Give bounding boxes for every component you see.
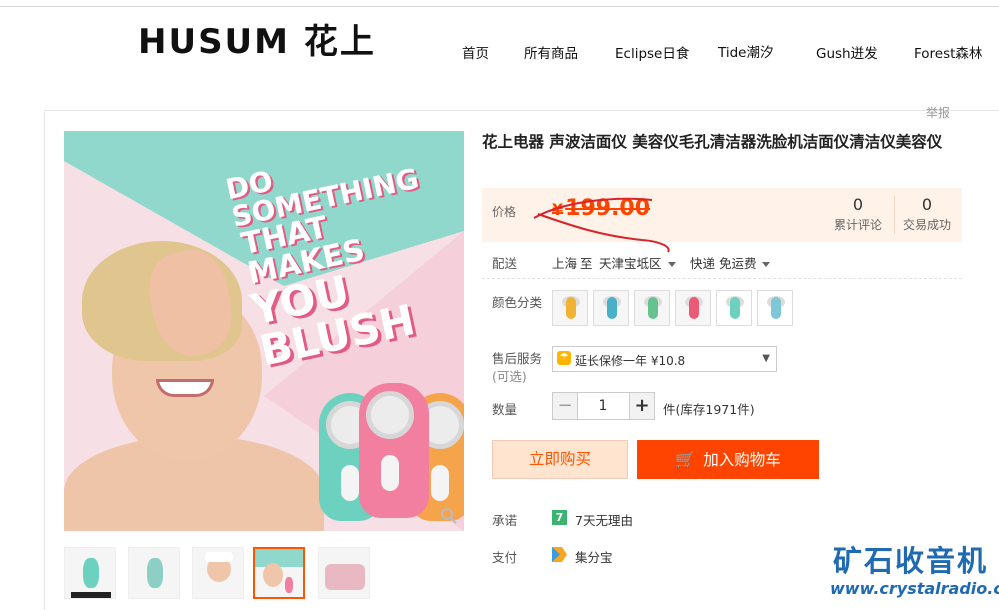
deal-count-label: 交易成功	[903, 218, 952, 232]
dashed-divider	[482, 278, 962, 279]
top-divider	[0, 6, 999, 7]
color-option-4[interactable]	[675, 290, 711, 326]
nav-item-forest[interactable]: Forest森林	[914, 42, 982, 62]
color-option-6[interactable]	[757, 290, 793, 326]
seven-day-return-icon: 7	[552, 510, 567, 525]
service-optional-label: (可选)	[492, 369, 527, 384]
warranty-selected: 延长保修一年 ¥10.8	[575, 354, 686, 368]
hero-slogan: DO SOMETHING THAT MAKES YOU BLUSH	[223, 133, 464, 376]
shipping-destination-select[interactable]: 天津宝坻区	[599, 253, 676, 272]
umbrella-icon: ☂	[557, 351, 571, 365]
deal-count: 0	[921, 195, 933, 214]
zoom-icon[interactable]	[440, 507, 458, 525]
quantity-label: 数量	[492, 402, 518, 417]
color-option-5[interactable]	[716, 290, 752, 326]
stock-info: 件(库存1971件)	[663, 402, 755, 417]
deal-count-stat[interactable]: 0 交易成功	[903, 195, 951, 233]
review-count-stat[interactable]: 0 累计评论	[834, 195, 882, 233]
payment-label: 支付	[492, 550, 518, 565]
review-count-label: 累计评论	[834, 218, 883, 232]
review-count: 0	[852, 195, 864, 214]
nav-item-all-products[interactable]: 所有商品	[524, 42, 578, 62]
color-label: 颜色分类	[492, 295, 543, 310]
add-to-cart-button[interactable]: 🛒 加入购物车	[637, 440, 819, 479]
report-link[interactable]: 举报	[926, 104, 950, 121]
watermark-title: 矿石收音机	[833, 544, 989, 578]
thumbnail-2[interactable]	[128, 547, 180, 599]
thumbnail-1[interactable]	[64, 547, 116, 599]
add-to-cart-label: 加入购物车	[703, 451, 781, 469]
quantity-decrease-button[interactable]: −	[552, 392, 578, 420]
chevron-down-icon	[667, 262, 676, 267]
chevron-down-icon: ▼	[762, 353, 770, 364]
nav-item-tide[interactable]: Tide潮汐	[718, 41, 773, 61]
color-option-2[interactable]	[593, 290, 629, 326]
model-smile	[156, 379, 214, 397]
shipping-destination: 天津宝坻区	[599, 256, 662, 271]
quantity-input[interactable]: 1	[577, 392, 629, 420]
warranty-select[interactable]: ☂ 延长保修一年 ¥10.8 ▼	[552, 346, 777, 372]
watermark-url: www.crystalradio.cn	[830, 579, 999, 598]
price-panel: 价格 ¥199.00 0 累计评论 0 交易成功	[482, 188, 962, 253]
color-option-3[interactable]	[634, 290, 670, 326]
buy-now-button[interactable]: 立即购买	[492, 440, 628, 479]
cart-icon: 🛒	[675, 450, 696, 469]
main-nav: 首页 所有商品 Eclipse日食 Tide潮汐 Gush迸发 Forest森林	[0, 42, 999, 62]
color-option-1[interactable]	[552, 290, 588, 326]
promise-text[interactable]: 7天无理由	[575, 510, 633, 529]
shipping-label: 配送	[492, 256, 518, 271]
thumbnail-3[interactable]	[192, 547, 244, 599]
payment-text[interactable]: 集分宝	[575, 547, 613, 566]
red-scribble-annotation	[533, 197, 670, 253]
stat-divider	[894, 196, 895, 234]
shipping-to-word: 至	[580, 256, 593, 271]
jifenbao-icon	[552, 547, 567, 562]
service-label: 售后服务	[492, 351, 543, 366]
thumbnail-4[interactable]	[253, 547, 305, 599]
shipping-method-select[interactable]: 快递 免运费	[690, 253, 771, 272]
main-product-image[interactable]: DO SOMETHING THAT MAKES YOU BLUSH	[64, 131, 464, 531]
promise-label: 承诺	[492, 513, 518, 528]
shipping-method: 快递 免运费	[690, 256, 757, 271]
pink-brush	[359, 383, 429, 518]
thumbnail-5[interactable]	[318, 547, 370, 599]
shipping-from: 上海	[552, 256, 578, 271]
chevron-down-icon	[762, 262, 771, 267]
quantity-increase-button[interactable]: +	[629, 392, 655, 420]
nav-item-gush[interactable]: Gush迸发	[816, 42, 878, 62]
nav-item-home[interactable]: 首页	[462, 42, 489, 62]
product-title: 花上电器 声波洁面仪 美容仪毛孔清洁器洗脸机洁面仪清洁仪美容仪	[482, 133, 943, 151]
nav-item-eclipse[interactable]: Eclipse日食	[615, 42, 689, 62]
price-label: 价格	[492, 205, 517, 219]
